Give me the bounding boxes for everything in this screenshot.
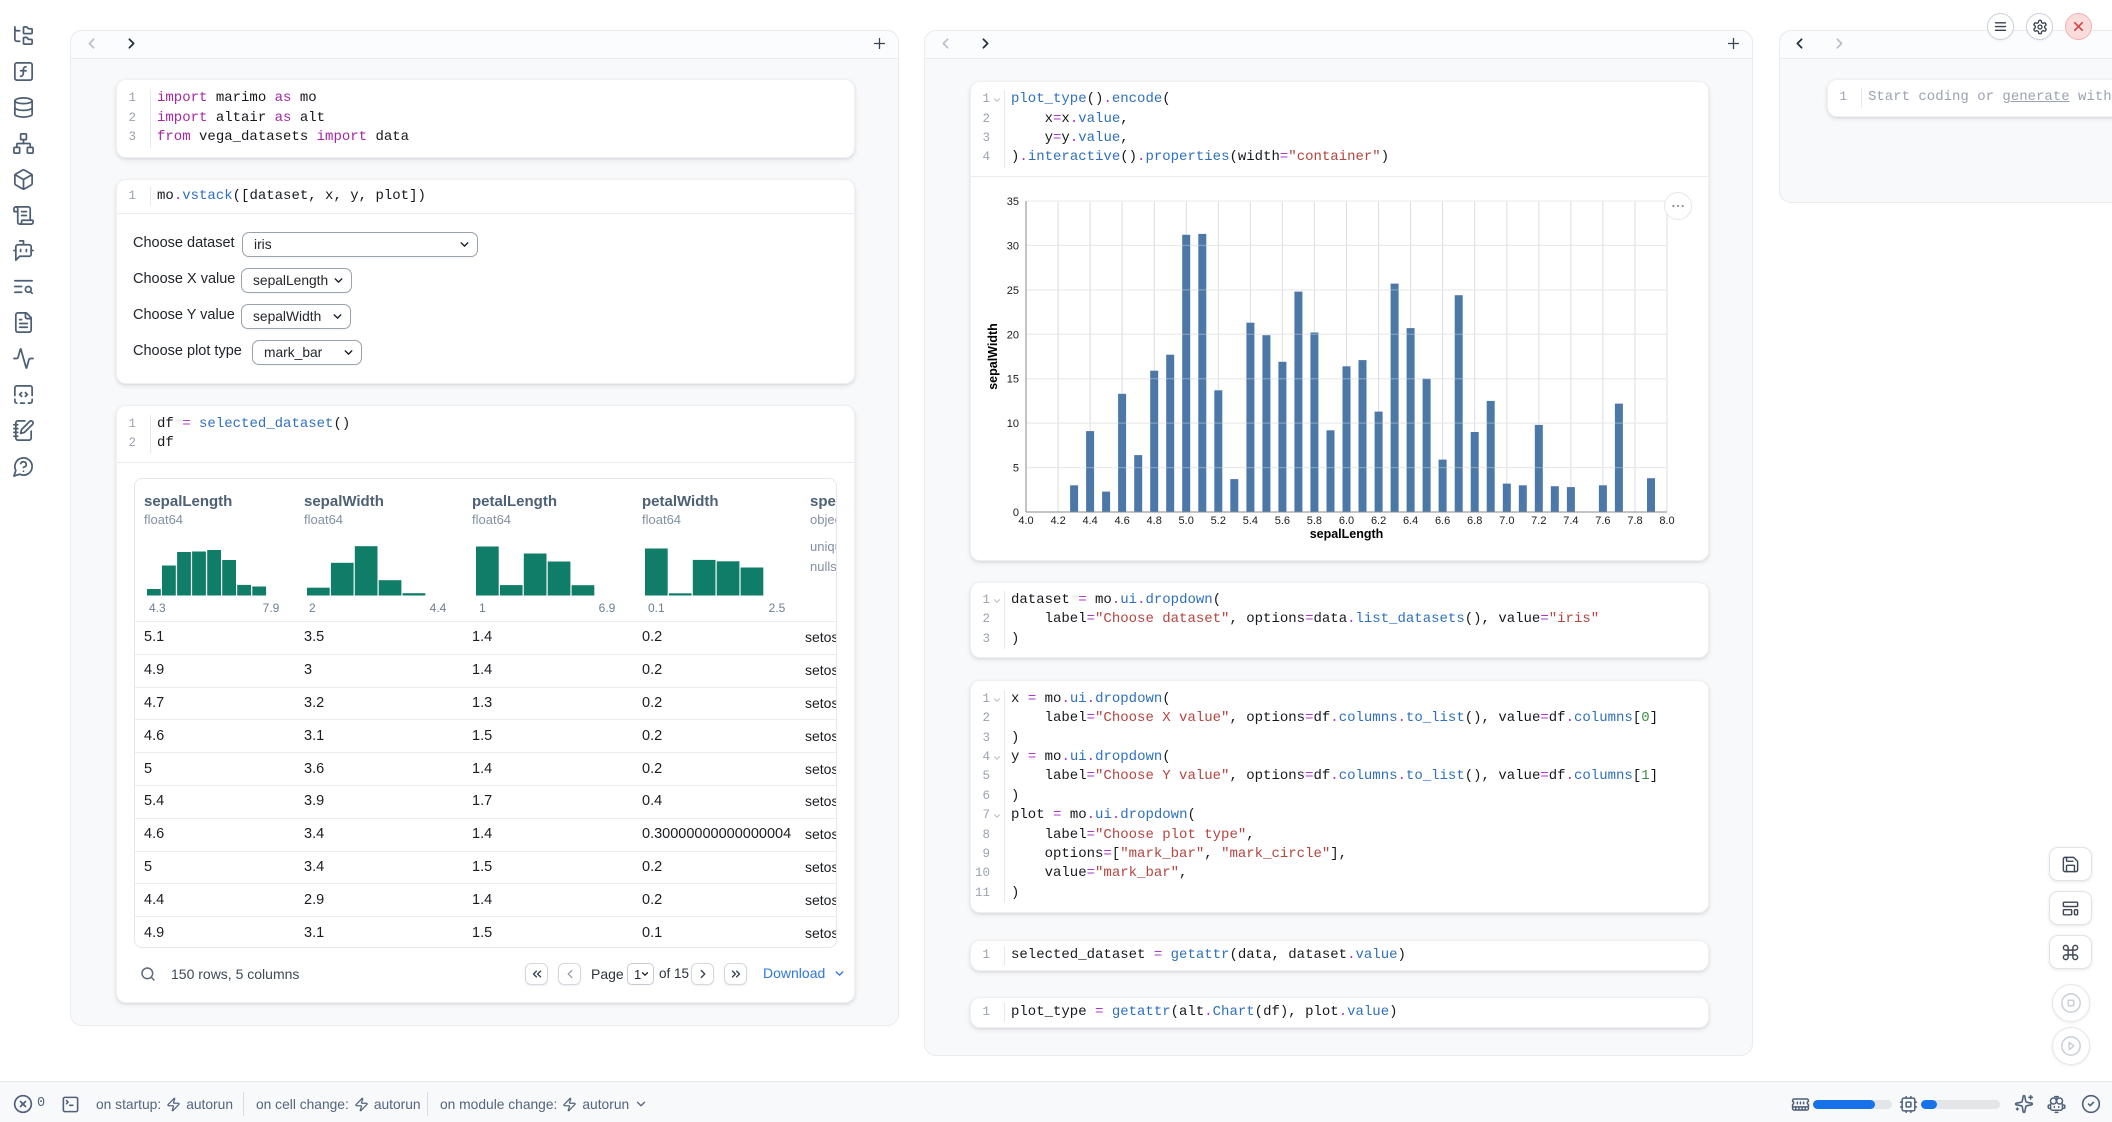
svg-text:5: 5: [1013, 463, 1019, 475]
svg-text:5.6: 5.6: [1275, 515, 1290, 527]
svg-text:4.2: 4.2: [1050, 515, 1065, 527]
svg-text:7.8: 7.8: [1627, 515, 1642, 527]
svg-text:6.6: 6.6: [1435, 515, 1450, 527]
svg-text:7.0: 7.0: [1499, 515, 1514, 527]
svg-text:15: 15: [1007, 374, 1019, 386]
svg-text:7.2: 7.2: [1531, 515, 1546, 527]
svg-text:30: 30: [1007, 240, 1019, 252]
svg-text:4.6: 4.6: [1114, 515, 1129, 527]
svg-text:4.8: 4.8: [1147, 515, 1162, 527]
svg-text:20: 20: [1007, 329, 1019, 341]
svg-text:sepalWidth: sepalWidth: [986, 323, 1000, 390]
svg-text:6.8: 6.8: [1467, 515, 1482, 527]
svg-text:8.0: 8.0: [1659, 515, 1674, 527]
svg-text:6.0: 6.0: [1339, 515, 1354, 527]
svg-text:10: 10: [1007, 418, 1019, 430]
svg-text:5.8: 5.8: [1307, 515, 1322, 527]
svg-text:5.0: 5.0: [1179, 515, 1194, 527]
svg-text:35: 35: [1007, 196, 1019, 208]
svg-text:6.4: 6.4: [1403, 515, 1418, 527]
svg-text:6.2: 6.2: [1371, 515, 1386, 527]
svg-text:25: 25: [1007, 285, 1019, 297]
svg-text:4.0: 4.0: [1018, 515, 1033, 527]
svg-text:5.2: 5.2: [1211, 515, 1226, 527]
svg-text:5.4: 5.4: [1243, 515, 1258, 527]
svg-text:7.4: 7.4: [1563, 515, 1578, 527]
svg-text:sepalLength: sepalLength: [1310, 527, 1384, 541]
svg-text:7.6: 7.6: [1595, 515, 1610, 527]
svg-text:4.4: 4.4: [1082, 515, 1097, 527]
